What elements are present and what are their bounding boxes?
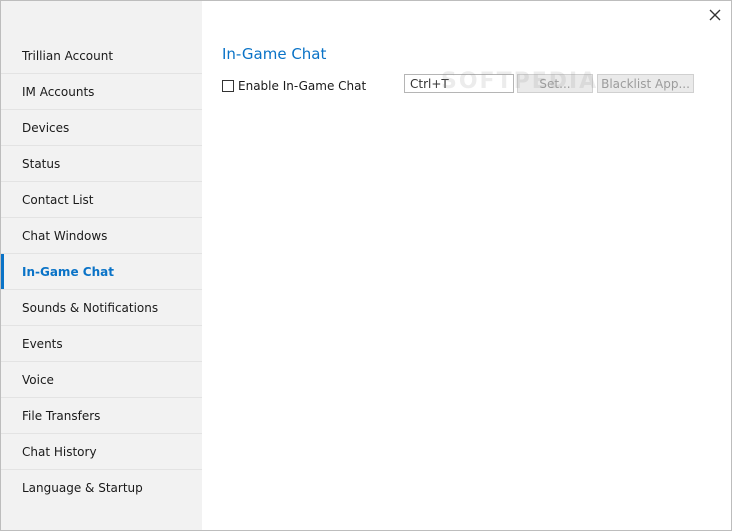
sidebar-item-voice[interactable]: Voice: [1, 362, 202, 398]
sidebar-item-label: Voice: [22, 373, 54, 387]
active-indicator: [1, 254, 4, 290]
sidebar-item-devices[interactable]: Devices: [1, 110, 202, 146]
sidebar-item-sounds-notifications[interactable]: Sounds & Notifications: [1, 290, 202, 326]
sidebar-item-label: Events: [22, 337, 63, 351]
sidebar-item-chat-history[interactable]: Chat History: [1, 434, 202, 470]
sidebar-item-label: Sounds & Notifications: [22, 301, 159, 315]
sidebar-item-events[interactable]: Events: [1, 326, 202, 362]
sidebar-item-label: IM Accounts: [22, 85, 95, 99]
sidebar-item-label: Status: [22, 157, 61, 171]
sidebar-item-im-accounts[interactable]: IM Accounts: [1, 74, 202, 110]
sidebar-item-label: Devices: [22, 121, 70, 135]
enable-in-game-chat-label[interactable]: Enable In-Game Chat: [238, 79, 366, 93]
sidebar-item-label: Contact List: [22, 193, 94, 207]
set-hotkey-button[interactable]: Set...: [517, 74, 593, 93]
sidebar-item-file-transfers[interactable]: File Transfers: [1, 398, 202, 434]
blacklist-app-button[interactable]: Blacklist App...: [597, 74, 694, 93]
page-title: In-Game Chat: [222, 45, 327, 63]
sidebar-item-label: File Transfers: [22, 409, 101, 423]
sidebar-item-chat-windows[interactable]: Chat Windows: [1, 218, 202, 254]
sidebar-item-label: In-Game Chat: [22, 265, 114, 279]
sidebar-item-trillian-account[interactable]: Trillian Account: [1, 38, 202, 74]
sidebar-item-label: Chat History: [22, 445, 97, 459]
hotkey-field[interactable]: Ctrl+T: [404, 74, 514, 93]
sidebar-item-label: Language & Startup: [22, 481, 143, 495]
enable-in-game-chat-row: Enable In-Game Chat: [222, 78, 366, 94]
sidebar-item-label: Chat Windows: [22, 229, 108, 243]
sidebar: Trillian Account IM Accounts Devices Sta…: [1, 1, 202, 530]
settings-window: Trillian Account IM Accounts Devices Sta…: [0, 0, 732, 531]
sidebar-item-language-startup[interactable]: Language & Startup: [1, 470, 202, 506]
sidebar-item-in-game-chat[interactable]: In-Game Chat: [1, 254, 202, 290]
sidebar-item-label: Trillian Account: [22, 49, 114, 63]
sidebar-nav: Trillian Account IM Accounts Devices Sta…: [1, 38, 202, 506]
sidebar-item-status[interactable]: Status: [1, 146, 202, 182]
enable-in-game-chat-checkbox[interactable]: [222, 80, 234, 92]
sidebar-item-contact-list[interactable]: Contact List: [1, 182, 202, 218]
close-icon[interactable]: [707, 7, 723, 23]
